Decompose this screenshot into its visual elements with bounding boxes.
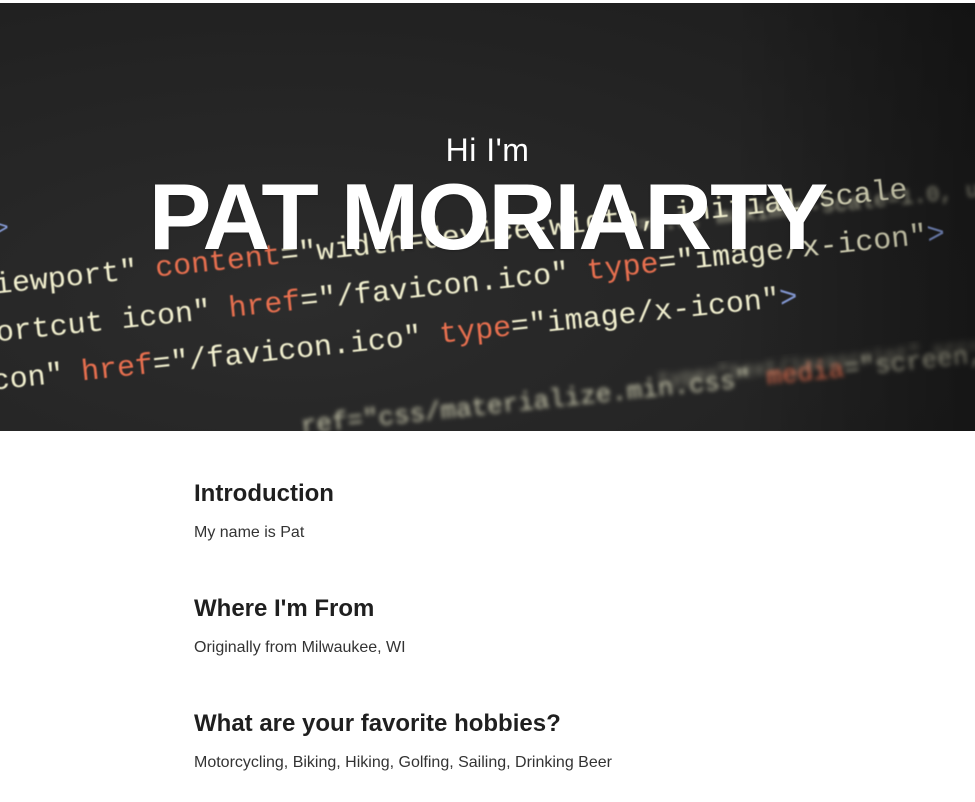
section-heading: What are your favorite hobbies? xyxy=(194,710,561,737)
main-content: Introduction My name is Pat Where I'm Fr… xyxy=(194,478,874,773)
section-hobbies: What are your favorite hobbies? Motorcyc… xyxy=(194,708,874,773)
section-text: Originally from Milwaukee, WI xyxy=(194,639,406,656)
section-where-from: Where I'm From Originally from Milwaukee… xyxy=(194,593,874,658)
hero-name-title: PAT MORIARTY xyxy=(148,164,828,269)
section-heading: Introduction xyxy=(194,480,334,507)
section-text: My name is Pat xyxy=(194,524,305,541)
section-introduction: Introduction My name is Pat xyxy=(194,478,874,543)
hero-banner: > iewport" content="width=device-width, … xyxy=(0,3,975,431)
section-heading: Where I'm From xyxy=(194,595,375,622)
section-text: Motorcycling, Biking, Hiking, Golfing, S… xyxy=(194,754,612,771)
hero-text-block: Hi I'm PAT MORIARTY xyxy=(0,3,975,431)
